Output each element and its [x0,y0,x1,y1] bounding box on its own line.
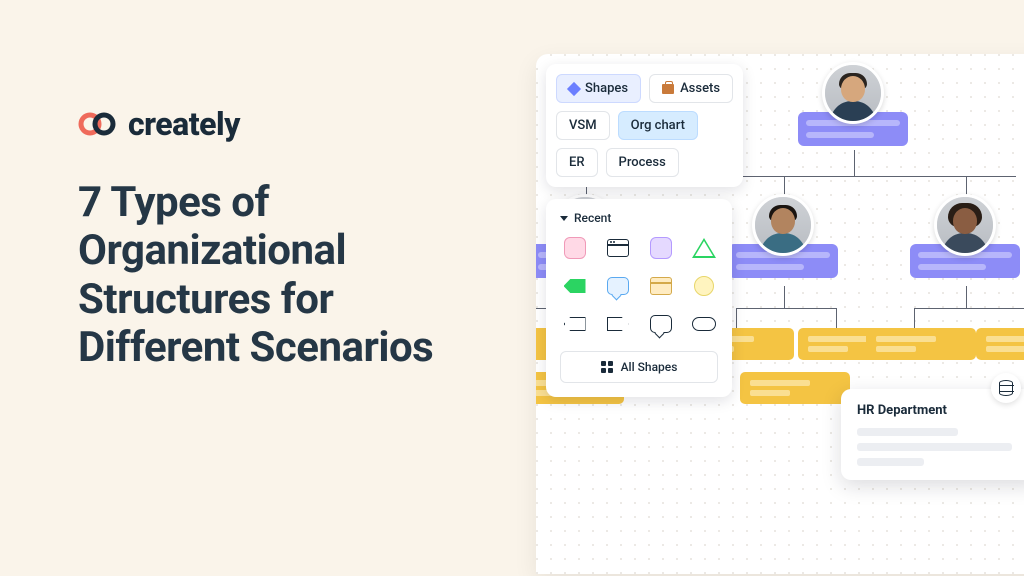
tab-label: ER [569,155,585,170]
placeholder-line [857,458,924,466]
all-shapes-button[interactable]: All Shapes [560,351,718,383]
tab-org-chart[interactable]: Org chart [618,111,698,140]
database-icon [999,380,1013,396]
all-shapes-label: All Shapes [621,360,678,374]
org-node[interactable] [910,194,1020,278]
tab-er[interactable]: ER [556,148,598,177]
caret-down-icon [560,216,568,221]
shape-speech-bubble[interactable] [605,273,631,299]
tab-process[interactable]: Process [606,148,679,177]
tab-vsm[interactable]: VSM [556,111,610,140]
shape-circle[interactable] [691,273,717,299]
tab-label: Process [619,155,666,170]
briefcase-icon [662,84,674,94]
hr-department-card[interactable]: HR Department [841,389,1024,480]
org-subcard[interactable] [866,328,976,360]
shape-outline-arrow-right[interactable] [605,311,631,337]
logo-text: creately [128,105,240,143]
avatar [934,194,996,256]
app-canvas[interactable]: Shapes Assets VSM Org chart ER Process R… [536,54,1024,574]
shape-rounded-square-2[interactable] [648,235,674,261]
page-title: 7 Types of Organizational Structures for… [78,179,498,372]
shape-window[interactable] [605,235,631,261]
avatar [752,194,814,256]
org-node[interactable] [728,194,838,278]
org-subcard[interactable] [740,372,850,404]
shape-pill[interactable] [691,311,717,337]
tab-assets[interactable]: Assets [649,74,733,103]
diamond-icon [567,81,581,95]
shape-outline-speech[interactable] [648,311,674,337]
recent-label: Recent [574,211,611,225]
org-subcard[interactable] [976,328,1024,360]
shape-rounded-square[interactable] [562,235,588,261]
shape-outline-arrow-left[interactable] [562,311,588,337]
tab-label: VSM [569,118,597,133]
shape-triangle[interactable] [691,235,717,261]
placeholder-line [857,428,958,436]
logo: creately [78,105,498,143]
hr-card-title: HR Department [857,403,1024,418]
logo-icon [78,110,122,138]
shape-window-2[interactable] [648,273,674,299]
tab-shapes[interactable]: Shapes [556,74,641,103]
org-node-root[interactable] [798,62,908,146]
avatar [822,62,884,124]
shape-category-panel: Shapes Assets VSM Org chart ER Process [546,64,743,187]
database-icon-badge [991,373,1021,403]
tab-label: Assets [680,81,720,96]
tab-label: Org chart [631,118,685,133]
tab-label: Shapes [585,81,628,96]
placeholder-line [857,443,1012,451]
shape-picker-panel: Recent All Shapes [546,199,732,397]
shape-arrow-left[interactable] [562,273,588,299]
recent-header[interactable]: Recent [560,211,718,225]
grid-icon [601,361,613,373]
